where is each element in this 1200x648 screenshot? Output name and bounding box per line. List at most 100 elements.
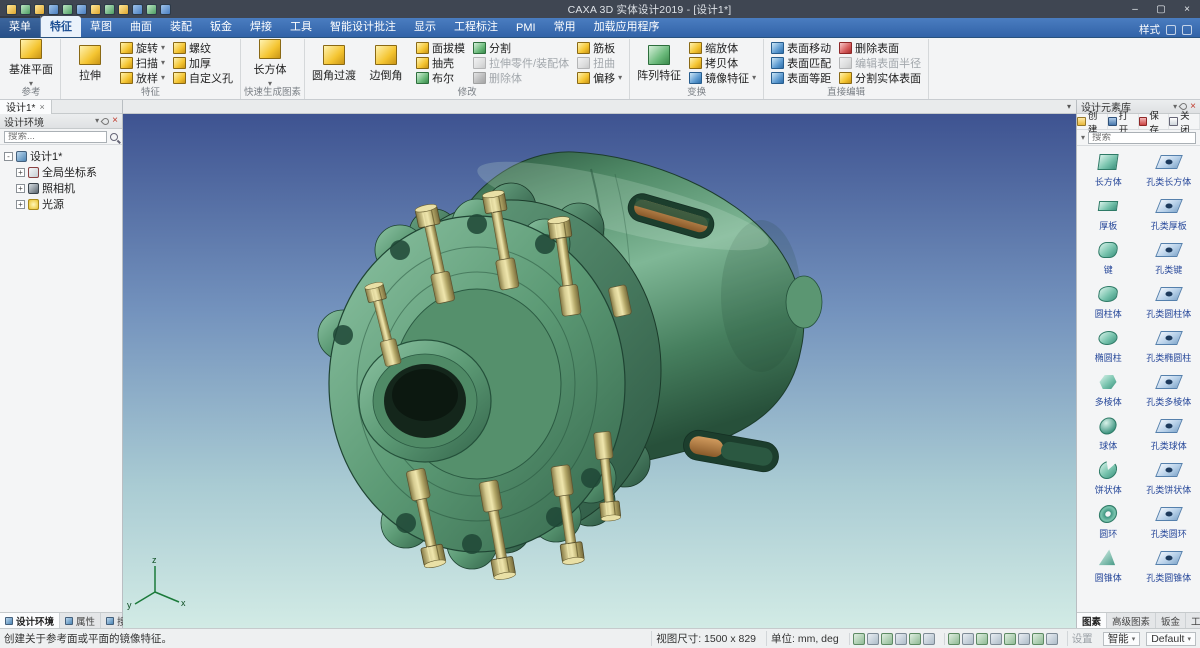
tree-expander[interactable]: + bbox=[16, 167, 25, 177]
ribbon-button[interactable]: 筋板 bbox=[573, 40, 626, 55]
library-tab[interactable]: 高级图素 bbox=[1107, 613, 1157, 628]
viewport[interactable]: z x y bbox=[123, 114, 1076, 628]
ribbon-button[interactable]: 拉伸 bbox=[64, 40, 116, 87]
ribbon-button[interactable]: 拉伸零件/装配体 bbox=[469, 55, 573, 70]
library-filter-arrow-icon[interactable]: ▾ bbox=[1081, 133, 1085, 142]
menu-tab[interactable]: 菜单 bbox=[0, 16, 41, 37]
tree-item[interactable]: + 全局坐标系 bbox=[2, 164, 120, 180]
customize-icon[interactable] bbox=[160, 3, 171, 15]
ribbon-button[interactable]: 自定义孔 bbox=[169, 70, 237, 85]
ribbon-button[interactable]: 圆角过渡 bbox=[308, 40, 360, 87]
element-item[interactable]: 圆柱体 bbox=[1078, 280, 1139, 324]
ribbon-button[interactable]: 编辑表面半径 bbox=[835, 55, 925, 70]
library-search-input[interactable] bbox=[1088, 131, 1196, 144]
help-icon[interactable] bbox=[146, 3, 157, 15]
minimize-icon[interactable]: – bbox=[1122, 0, 1148, 18]
left-panel-tab[interactable]: 设计环境 bbox=[0, 613, 61, 628]
element-item[interactable]: 孔类球体 bbox=[1139, 412, 1200, 456]
element-item[interactable]: 饼状体 bbox=[1078, 456, 1139, 500]
ribbon-button[interactable]: 基准平面 ▾ bbox=[5, 39, 57, 88]
pan-view-icon[interactable] bbox=[908, 632, 921, 645]
pin-icon[interactable] bbox=[100, 116, 111, 126]
ribbon-button[interactable]: 镜像特征 ▾ bbox=[685, 70, 760, 85]
ribbon-button[interactable]: 螺纹 bbox=[169, 40, 237, 55]
ribbon-button[interactable]: 拷贝体 bbox=[685, 55, 760, 70]
shaded-mode-icon[interactable] bbox=[961, 632, 974, 645]
ribbon-button[interactable]: 扫描 ▾ bbox=[116, 55, 169, 70]
ribbon-button[interactable]: 缩放体 bbox=[685, 40, 760, 55]
close-panel-icon[interactable]: × bbox=[112, 116, 118, 126]
element-item[interactable]: 键 bbox=[1078, 236, 1139, 280]
ribbon-button[interactable]: 阵列特征 bbox=[633, 40, 685, 87]
element-item[interactable]: 孔类椭圆柱 bbox=[1139, 324, 1200, 368]
menu-tab[interactable]: 工程标注 bbox=[445, 16, 507, 37]
3d-canvas[interactable]: z x y bbox=[123, 114, 1076, 628]
element-item[interactable]: 圆环 bbox=[1078, 500, 1139, 544]
tree-item[interactable]: + 照相机 bbox=[2, 180, 120, 196]
ribbon-button[interactable]: 长方体 ▾ bbox=[244, 39, 296, 88]
camera-view-icon[interactable] bbox=[1003, 632, 1016, 645]
zoom-in-icon[interactable] bbox=[866, 632, 879, 645]
help-icon[interactable] bbox=[1166, 24, 1176, 35]
tree-search-input[interactable] bbox=[4, 130, 107, 143]
element-item[interactable]: 多棱体 bbox=[1078, 368, 1139, 412]
element-item[interactable]: 圆锥体 bbox=[1078, 544, 1139, 588]
settings-icon[interactable] bbox=[132, 3, 143, 15]
menu-tab[interactable]: 草图 bbox=[81, 16, 121, 37]
style-label[interactable]: 样式 bbox=[1139, 22, 1160, 37]
zoom-all-icon[interactable] bbox=[118, 3, 129, 15]
ribbon-button[interactable]: 面拔模 bbox=[412, 40, 469, 55]
display-mode-icon[interactable] bbox=[104, 3, 115, 15]
library-tab[interactable]: 工具 bbox=[1186, 613, 1200, 628]
menu-tab[interactable]: 加载应用程序 bbox=[585, 16, 669, 37]
panel-menu-arrow-icon[interactable]: ▾ bbox=[95, 117, 99, 125]
left-panel-tab[interactable]: 属性 bbox=[60, 613, 102, 628]
select-filter-icon[interactable] bbox=[1045, 632, 1058, 645]
ribbon-button[interactable]: 分割实体表面 bbox=[835, 70, 925, 85]
ribbon-button[interactable]: 表面移动 bbox=[767, 40, 835, 55]
ribbon-button[interactable]: 表面等距 bbox=[767, 70, 835, 85]
redo-icon[interactable] bbox=[90, 3, 101, 15]
smart-mode-dropdown[interactable]: 智能 ▾ bbox=[1102, 631, 1141, 646]
panel-menu-arrow-icon[interactable]: ▾ bbox=[1173, 102, 1177, 111]
ribbon-button[interactable]: 加厚 bbox=[169, 55, 237, 70]
element-item[interactable]: 厚板 bbox=[1078, 192, 1139, 236]
menu-tab[interactable]: 常用 bbox=[545, 16, 585, 37]
element-item[interactable]: 孔类圆柱体 bbox=[1139, 280, 1200, 324]
close-icon[interactable]: × bbox=[1174, 0, 1200, 18]
zoom-search-icon[interactable] bbox=[852, 632, 865, 645]
tree-expander[interactable]: - bbox=[4, 151, 13, 161]
ribbon-button[interactable]: 扭曲 bbox=[573, 55, 626, 70]
element-item[interactable]: 孔类键 bbox=[1139, 236, 1200, 280]
ribbon-button[interactable]: 表面匹配 bbox=[767, 55, 835, 70]
tree-expander[interactable]: + bbox=[16, 183, 25, 193]
ribbon-button[interactable]: 布尔 bbox=[412, 70, 469, 85]
tree-item[interactable]: - 设计1* bbox=[2, 148, 120, 164]
search-icon[interactable] bbox=[110, 132, 118, 141]
tree-expander[interactable]: + bbox=[16, 199, 25, 209]
collapse-ribbon-icon[interactable] bbox=[1182, 24, 1192, 35]
app-logo-icon[interactable] bbox=[6, 3, 17, 15]
perspective-mode-icon[interactable] bbox=[989, 632, 1002, 645]
library-toolbar-button[interactable]: 创建 bbox=[1077, 111, 1108, 136]
element-item[interactable]: 球体 bbox=[1078, 412, 1139, 456]
element-item[interactable]: 孔类圆环 bbox=[1139, 500, 1200, 544]
snap-toggle-icon[interactable] bbox=[1031, 632, 1044, 645]
menu-tab[interactable]: 钣金 bbox=[201, 16, 241, 37]
menu-tab[interactable]: 曲面 bbox=[121, 16, 161, 37]
ribbon-button[interactable]: 删除表面 bbox=[835, 40, 925, 55]
open-file-icon[interactable] bbox=[34, 3, 45, 15]
ribbon-button[interactable]: 分割 bbox=[469, 40, 573, 55]
close-tab-icon[interactable]: × bbox=[39, 102, 44, 112]
menu-tab[interactable]: PMI bbox=[507, 20, 545, 37]
menu-tab[interactable]: 特征 bbox=[41, 16, 81, 37]
library-toolbar-button[interactable]: 关闭 bbox=[1169, 111, 1200, 136]
library-tab[interactable]: 钣金 bbox=[1156, 613, 1187, 628]
element-item[interactable]: 孔类厚板 bbox=[1139, 192, 1200, 236]
render-mode-icon[interactable] bbox=[975, 632, 988, 645]
ribbon-button[interactable]: 边倒角 bbox=[360, 40, 412, 87]
style-dropdown[interactable]: Default ▾ bbox=[1146, 631, 1196, 646]
element-item[interactable]: 孔类饼状体 bbox=[1139, 456, 1200, 500]
new-file-icon[interactable] bbox=[20, 3, 31, 15]
undo-icon[interactable] bbox=[76, 3, 87, 15]
